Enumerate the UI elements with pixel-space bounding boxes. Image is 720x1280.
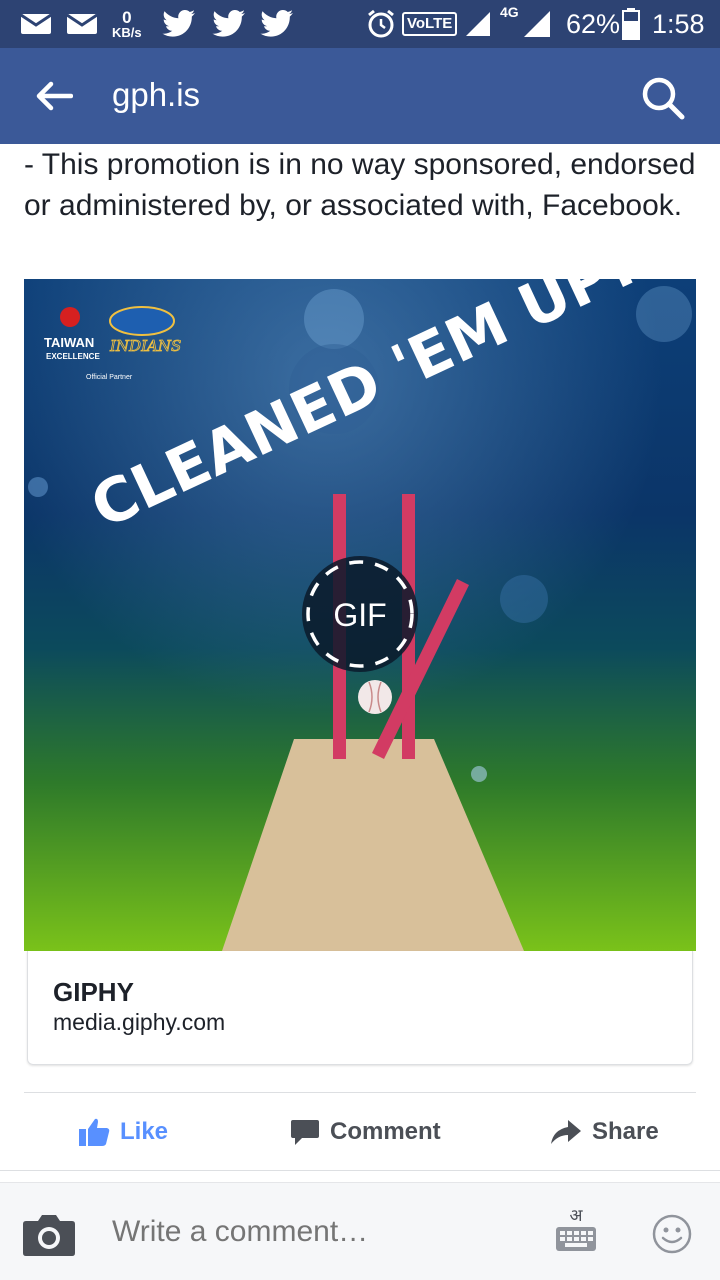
status-bar: 0 KB/s VoLTE 4G 62% 1:58 xyxy=(0,0,720,48)
twitter-icon xyxy=(260,0,294,48)
keyboard-icon xyxy=(556,1227,596,1251)
gif-play-badge[interactable]: GIF xyxy=(302,556,418,672)
app-bar: gph.is xyxy=(0,48,720,144)
svg-text:INDIANS: INDIANS xyxy=(109,337,181,355)
comment-bar: अ xyxy=(0,1182,720,1280)
svg-text:TAIWAN: TAIWAN xyxy=(44,335,94,350)
back-button[interactable] xyxy=(28,72,80,120)
signal-icon xyxy=(464,0,492,48)
link-title: GIPHY xyxy=(53,977,134,1007)
post-text: - This promotion is in no way sponsored,… xyxy=(24,148,696,222)
like-button[interactable]: Like xyxy=(78,1108,168,1156)
arrow-left-icon xyxy=(36,81,73,111)
mail-icon xyxy=(66,0,98,48)
divider xyxy=(24,1092,696,1093)
battery-level: 62% xyxy=(566,8,621,39)
alarm-icon xyxy=(366,0,396,48)
keyboard-button[interactable]: अ xyxy=(554,1203,598,1261)
smiley-icon xyxy=(652,1214,692,1254)
comment-icon xyxy=(290,1117,320,1147)
network-speed: 0 KB/s xyxy=(112,8,142,40)
comment-input[interactable] xyxy=(112,1215,532,1249)
signal-icon xyxy=(522,0,552,48)
link-card[interactable]: GIPHY media.giphy.com xyxy=(27,951,693,1065)
comment-button[interactable]: Comment xyxy=(290,1108,441,1156)
search-icon xyxy=(642,77,685,120)
share-button[interactable]: Share xyxy=(550,1108,659,1156)
page-url: gph.is xyxy=(112,76,201,113)
camera-icon xyxy=(23,1215,75,1256)
thumbs-up-icon xyxy=(78,1117,110,1147)
battery-icon xyxy=(622,0,640,48)
svg-text:EXCELLENCE: EXCELLENCE xyxy=(46,352,100,361)
gif-image[interactable]: CLEANED 'EM UP! TAIWAN EXCELLENCE INDIAN… xyxy=(24,279,696,951)
clock: 1:58 xyxy=(652,8,705,39)
svg-text:Official Partner: Official Partner xyxy=(86,374,133,381)
network-type: 4G xyxy=(500,4,519,20)
link-domain: media.giphy.com xyxy=(53,1009,226,1035)
twitter-icon xyxy=(212,0,246,48)
divider xyxy=(0,1170,720,1171)
svg-text:GIF: GIF xyxy=(333,597,386,633)
search-button[interactable] xyxy=(634,72,692,124)
mail-icon xyxy=(20,0,52,48)
share-icon xyxy=(550,1118,582,1146)
emoji-button[interactable] xyxy=(652,1214,692,1254)
volte-badge: VoLTE xyxy=(402,0,458,48)
twitter-icon xyxy=(162,0,196,48)
camera-button[interactable] xyxy=(22,1213,76,1257)
